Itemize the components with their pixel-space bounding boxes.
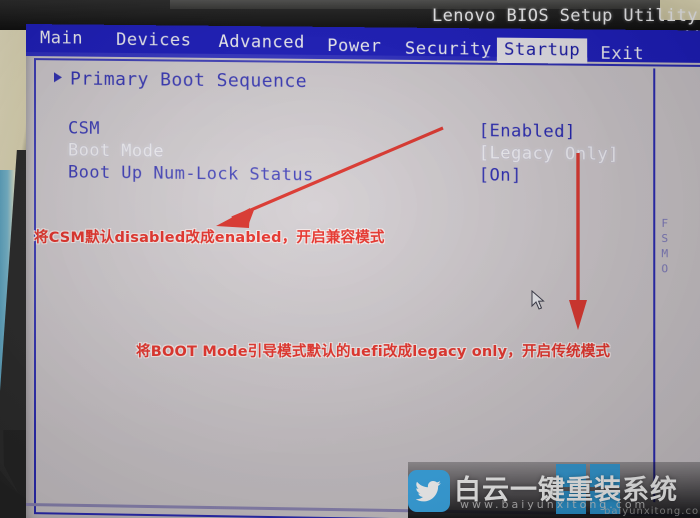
annotation-arrows (216, 126, 587, 330)
boot-mode-annotation-text: 将BOOT Mode引导模式默认的uefi改成legacy only，开启传统模… (136, 344, 611, 360)
watermark-url-small: baiyunxitong.com (604, 506, 700, 517)
bios-photo-screenshot: Main Devices Advanced Power Security Sta… (0, 0, 700, 518)
site-watermark: 白云一键重装系统 www.baiyunxitong.com baiyunxito… (408, 462, 700, 518)
twitter-bird-icon (408, 470, 450, 512)
mouse-pointer-icon (531, 290, 545, 310)
csm-annotation-text: 将CSM默认disabled改成enabled，开启兼容模式 (34, 230, 385, 246)
arrow-csm (216, 126, 444, 228)
arrow-boot-mode (569, 153, 587, 330)
